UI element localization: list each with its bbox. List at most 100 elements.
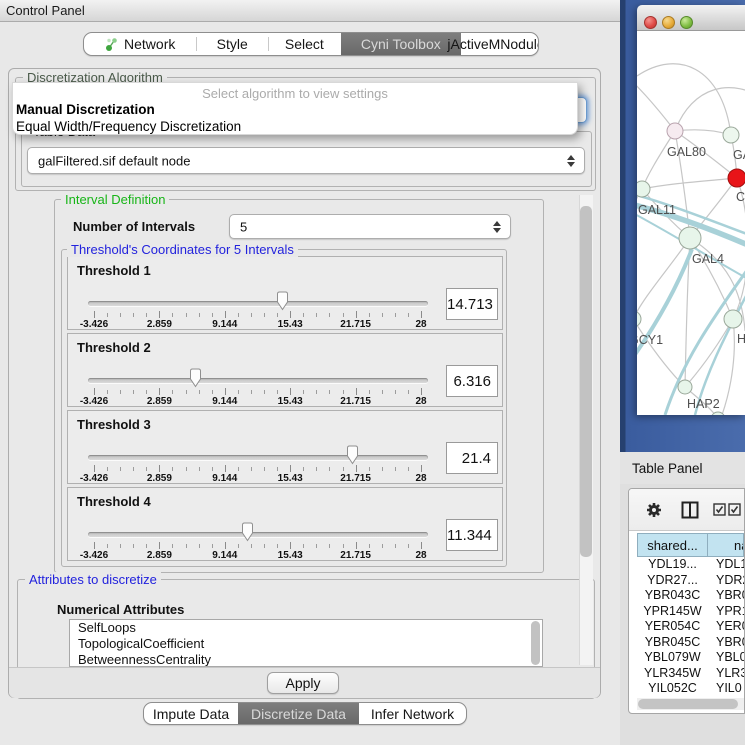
apply-button[interactable]: Apply bbox=[267, 672, 339, 694]
numerical-attributes-list[interactable]: SelfLoopsTopologicalCoefficientBetweenne… bbox=[69, 619, 543, 667]
threshold-slider[interactable]: -3.4262.8599.14415.4321.71528 bbox=[88, 374, 434, 408]
table-row[interactable]: YDR27...YDR2 bbox=[637, 573, 744, 589]
slider-tick bbox=[94, 542, 95, 549]
attribute-list-scrollbar[interactable] bbox=[531, 621, 540, 665]
slider-tick bbox=[382, 544, 383, 548]
slider-tick-label: 2.859 bbox=[147, 473, 172, 484]
cell-shared-name: YIL052C bbox=[637, 681, 708, 696]
cell-name: YBR0 bbox=[708, 588, 744, 604]
threshold-value-field[interactable]: 11.344 bbox=[446, 519, 498, 551]
slider-tick bbox=[159, 388, 160, 395]
threshold-value-field[interactable]: 21.4 bbox=[446, 442, 498, 474]
menu-item-manual-discretization[interactable]: Manual Discretization bbox=[16, 102, 155, 117]
settings-scrollbar-thumb[interactable] bbox=[580, 206, 592, 557]
list-item[interactable]: BetweennessCentrality bbox=[70, 652, 542, 667]
close-traffic-light[interactable] bbox=[644, 16, 657, 29]
number-of-intervals-combo[interactable]: 5 bbox=[229, 214, 511, 239]
slider-tick bbox=[199, 544, 200, 548]
bottom-tabbar: Impute Data Discretize Data Infer Networ… bbox=[143, 702, 467, 725]
slider-tick bbox=[120, 313, 121, 317]
slider-thumb[interactable] bbox=[275, 291, 290, 311]
table-row[interactable]: YBL079WYBL0 bbox=[637, 650, 744, 666]
table-row[interactable]: YPR145WYPR1 bbox=[637, 604, 744, 620]
slider-tick bbox=[421, 465, 422, 472]
slider-thumb[interactable] bbox=[345, 445, 360, 465]
node-label: H bbox=[737, 332, 745, 346]
slider-track[interactable] bbox=[88, 455, 428, 460]
tab-discretize-data[interactable]: Discretize Data bbox=[238, 703, 359, 724]
tab-impute-data[interactable]: Impute Data bbox=[144, 703, 238, 724]
tab-impute-data-label: Impute Data bbox=[153, 706, 229, 722]
slider-track[interactable] bbox=[88, 301, 428, 306]
zoom-traffic-light[interactable] bbox=[680, 16, 693, 29]
slider-thumb[interactable] bbox=[240, 522, 255, 542]
network-node[interactable] bbox=[728, 169, 745, 187]
tab-network[interactable]: Network bbox=[84, 33, 196, 55]
network-node[interactable] bbox=[723, 127, 739, 143]
thresholds-group-title: Threshold's Coordinates for 5 Intervals bbox=[67, 242, 298, 257]
table-body: YDL19...YDL1YDR27...YDR2YBR043CYBR0YPR14… bbox=[637, 557, 744, 696]
checkbox-icon[interactable] bbox=[713, 503, 726, 516]
network-node[interactable] bbox=[637, 311, 641, 327]
slider-tick bbox=[120, 390, 121, 394]
split-columns-icon[interactable] bbox=[681, 501, 699, 519]
network-node[interactable] bbox=[637, 181, 650, 197]
table-row[interactable]: YBR045CYBR0 bbox=[637, 635, 744, 651]
table-hscrollbar[interactable] bbox=[637, 698, 744, 710]
slider-track[interactable] bbox=[88, 378, 428, 383]
menu-item-equal-width-frequency[interactable]: Equal Width/Frequency Discretization bbox=[16, 119, 241, 134]
checkbox-icon[interactable] bbox=[728, 503, 741, 516]
threshold-slider[interactable]: -3.4262.8599.14415.4321.71528 bbox=[88, 451, 434, 485]
threshold-slider[interactable]: -3.4262.8599.14415.4321.71528 bbox=[88, 528, 434, 562]
threshold-panel: Threshold 1-3.4262.8599.14415.4321.71528… bbox=[67, 256, 503, 330]
table-row[interactable]: YIL052CYIL0 bbox=[637, 681, 744, 696]
slider-tick bbox=[382, 467, 383, 471]
table-data-combo[interactable]: galFiltered.sif default node bbox=[27, 147, 585, 174]
slider-thumb[interactable] bbox=[188, 368, 203, 388]
slider-tick bbox=[159, 542, 160, 549]
cell-name: YPR1 bbox=[708, 604, 744, 620]
table-toolbar bbox=[629, 489, 745, 531]
threshold-value-field[interactable]: 14.713 bbox=[446, 288, 498, 320]
cell-shared-name: YBR045C bbox=[637, 635, 708, 651]
minimize-traffic-light[interactable] bbox=[662, 16, 675, 29]
slider-tick bbox=[225, 311, 226, 318]
tab-jactivemnodules[interactable]: jActiveMNodules bbox=[461, 33, 538, 55]
threshold-slider[interactable]: -3.4262.8599.14415.4321.71528 bbox=[88, 297, 434, 331]
threshold-value-field[interactable]: 6.316 bbox=[446, 365, 498, 397]
gear-icon[interactable] bbox=[645, 501, 663, 519]
table-row[interactable]: YDL19...YDL1 bbox=[637, 557, 744, 573]
network-node[interactable] bbox=[667, 123, 683, 139]
table-row[interactable]: YER054CYER0 bbox=[637, 619, 744, 635]
tab-style[interactable]: Style bbox=[196, 33, 268, 55]
column-header-name[interactable]: na bbox=[708, 533, 744, 557]
slider-tick bbox=[94, 465, 95, 472]
slider-tick bbox=[251, 467, 252, 471]
threshold-label: Threshold 4 bbox=[77, 494, 151, 509]
slider-tick bbox=[146, 390, 147, 394]
cell-name: YBR0 bbox=[708, 635, 744, 651]
node-table-panel: shared... na YDL19...YDL1YDR27...YDR2YBR… bbox=[628, 488, 745, 714]
tab-select[interactable]: Select bbox=[268, 33, 341, 55]
slider-tick bbox=[107, 467, 108, 471]
slider-tick bbox=[251, 390, 252, 394]
slider-tick-label: 28 bbox=[415, 319, 426, 330]
slider-track[interactable] bbox=[88, 532, 428, 537]
table-row[interactable]: YBR043CYBR0 bbox=[637, 588, 744, 604]
network-node[interactable] bbox=[679, 227, 701, 249]
slider-tick bbox=[94, 311, 95, 318]
tab-infer-network[interactable]: Infer Network bbox=[359, 703, 466, 724]
list-item[interactable]: SelfLoops bbox=[70, 620, 542, 636]
network-canvas[interactable]: GAL80GACGAL11GAL4GCY1HHAP2 bbox=[637, 31, 745, 415]
slider-tick bbox=[251, 313, 252, 317]
network-node[interactable] bbox=[724, 310, 742, 328]
slider-tick bbox=[356, 388, 357, 395]
column-header-shared-name[interactable]: shared... bbox=[637, 533, 708, 557]
tab-cyni-toolbox[interactable]: Cyni Toolbox bbox=[341, 33, 461, 55]
network-node[interactable] bbox=[678, 380, 692, 394]
list-item[interactable]: TopologicalCoefficient bbox=[70, 636, 542, 652]
slider-tick bbox=[382, 313, 383, 317]
slider-tick bbox=[186, 544, 187, 548]
table-row[interactable]: YLR345WYLR3 bbox=[637, 666, 744, 682]
slider-tick bbox=[329, 313, 330, 317]
